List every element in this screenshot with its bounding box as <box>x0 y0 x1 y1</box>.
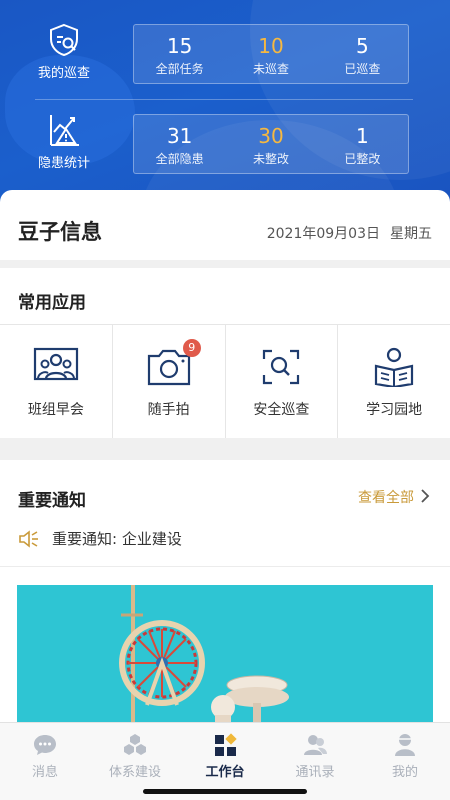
app-label: 班组早会 <box>27 402 84 418</box>
scan-inspect-icon <box>263 349 300 385</box>
banner-image[interactable] <box>17 585 433 725</box>
stat-caption: 未整改 <box>252 152 289 166</box>
date-display: 2021年09月03日 星期五 <box>267 223 432 243</box>
app-team-meeting[interactable]: 班组早会 <box>0 325 113 438</box>
app-snapshot[interactable]: 9 随手拍 <box>113 325 226 438</box>
reading-icon <box>375 347 414 387</box>
tab-label: 体系建设 <box>108 765 161 780</box>
stat-caption: 全部隐患 <box>155 152 204 166</box>
my-inspection-entry[interactable]: 我的巡查 <box>20 22 108 92</box>
profile-icon <box>395 734 415 756</box>
chat-bubble-icon <box>34 735 56 755</box>
stat-value: 10 <box>258 34 284 58</box>
tab-label: 消息 <box>31 765 58 780</box>
stat-cell-not-rectified[interactable]: 30 未整改 <box>225 115 316 173</box>
hazard-label: 隐患统计 <box>37 156 90 171</box>
tab-label: 我的 <box>391 765 418 780</box>
ferris-wheel-illustration <box>17 585 433 725</box>
stat-caption: 已整改 <box>344 152 381 166</box>
chevron-right-icon <box>420 488 430 507</box>
inspection-stats-row[interactable]: 我的巡查 15 全部任务 10 未巡查 5 已巡查 <box>0 22 450 92</box>
date-text: 2021年09月03日 <box>266 226 380 242</box>
header-divider <box>35 99 413 100</box>
stats-header: 我的巡查 15 全部任务 10 未巡查 5 已巡查 隐患统计 31 全部隐患 3… <box>0 0 450 215</box>
speaker-icon <box>19 529 38 548</box>
app-label: 安全巡查 <box>253 402 310 418</box>
section-title: 重要通知 <box>18 491 86 511</box>
apps-grid: 班组早会 9 随手拍 安全巡查 学习园地 <box>0 324 450 438</box>
hazard-stats-row[interactable]: 隐患统计 31 全部隐患 30 未整改 1 已整改 <box>0 112 450 182</box>
app-label: 学习园地 <box>366 402 423 418</box>
app-label: 随手拍 <box>147 402 190 418</box>
stat-cell-rectified[interactable]: 1 已整改 <box>317 115 408 173</box>
tab-messages[interactable]: 消息 <box>0 723 90 800</box>
warning-chart-icon <box>50 115 79 146</box>
view-all-link[interactable]: 查看全部 <box>358 487 430 507</box>
hazard-stats-entry[interactable]: 隐患统计 <box>20 112 108 182</box>
stat-value: 15 <box>166 34 193 58</box>
org-info-card: 豆子信息 2021年09月03日 星期五 <box>0 190 450 260</box>
view-all-label: 查看全部 <box>358 490 414 506</box>
tab-label: 工作台 <box>205 765 245 780</box>
tab-label: 通讯录 <box>295 765 335 780</box>
stat-caption: 全部任务 <box>155 62 204 76</box>
org-name: 豆子信息 <box>18 220 102 244</box>
stat-caption: 已巡查 <box>344 62 381 76</box>
app-learning[interactable]: 学习园地 <box>338 325 450 438</box>
cubes-icon <box>124 734 146 755</box>
stat-cell-not-inspected[interactable]: 10 未巡查 <box>225 25 316 83</box>
stat-value: 1 <box>355 124 369 148</box>
notice-text: 重要通知: 企业建设 <box>52 530 182 548</box>
common-apps-section: 常用应用 班组早会 9 随手拍 安全巡查 学习园地 <box>0 268 450 438</box>
section-title: 常用应用 <box>18 293 86 313</box>
app-safety-inspection[interactable]: 安全巡查 <box>226 325 339 438</box>
workbench-icon <box>215 733 237 756</box>
home-indicator <box>143 789 307 794</box>
contacts-icon <box>304 735 327 755</box>
stat-cell-total-hazards[interactable]: 31 全部隐患 <box>134 115 225 173</box>
tab-profile[interactable]: 我的 <box>360 723 450 800</box>
inspection-stat-box: 15 全部任务 10 未巡查 5 已巡查 <box>133 24 409 84</box>
stat-cell-total-tasks[interactable]: 15 全部任务 <box>134 25 225 83</box>
shield-search-icon <box>50 23 78 57</box>
weekday-text: 星期五 <box>390 226 432 242</box>
stat-value: 5 <box>355 34 369 58</box>
stat-value: 31 <box>166 124 193 148</box>
stat-cell-inspected[interactable]: 5 已巡查 <box>317 25 408 83</box>
stat-caption: 未巡查 <box>252 62 289 76</box>
meeting-icon <box>33 347 78 381</box>
notification-badge: 9 <box>182 339 201 357</box>
inspection-label: 我的巡查 <box>37 66 90 81</box>
stat-value: 30 <box>258 124 284 148</box>
hazard-stat-box: 31 全部隐患 30 未整改 1 已整改 <box>133 114 409 174</box>
divider <box>0 566 450 567</box>
notice-item[interactable]: 重要通知: 企业建设 <box>18 528 182 549</box>
